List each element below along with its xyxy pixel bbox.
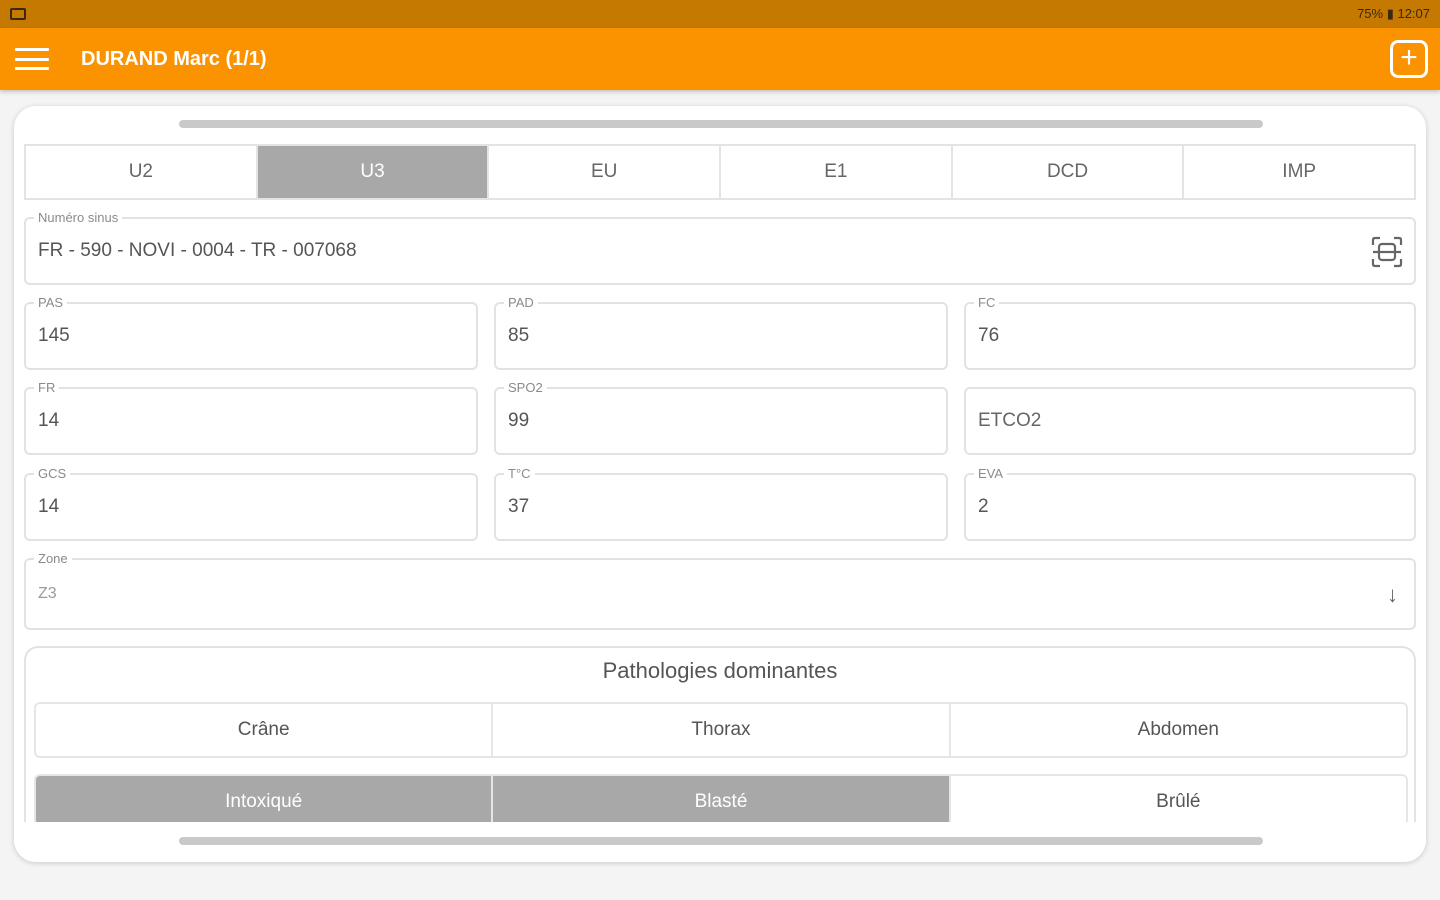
tab-e1[interactable]: E1 (721, 146, 953, 198)
pathology-brule-button[interactable]: Brûlé (951, 776, 1406, 828)
fc-value: 76 (978, 325, 1000, 346)
status-text: 75% ▮ 12:07 (1357, 6, 1430, 21)
add-button[interactable]: + (1390, 40, 1428, 78)
fr-value: 14 (38, 410, 60, 431)
status-bar: 75% ▮ 12:07 (0, 0, 1440, 28)
tab-u2[interactable]: U2 (26, 146, 258, 198)
form-card: U2 U3 EU E1 DCD IMP Numéro sinus FR - 59… (14, 106, 1426, 862)
eva-value: 2 (978, 496, 989, 517)
pathology-thorax-button[interactable]: Thorax (493, 704, 951, 756)
pas-value: 145 (38, 325, 70, 346)
fc-field[interactable]: FC 76 (964, 295, 1416, 370)
scan-icon[interactable] (1370, 235, 1404, 269)
spo2-value: 99 (508, 410, 530, 431)
tab-u3[interactable]: U3 (257, 146, 490, 198)
pad-value: 85 (508, 325, 530, 346)
notification-icon (10, 8, 26, 20)
pathology-abdomen-button[interactable]: Abdomen (951, 704, 1406, 756)
pathology-intoxique-button[interactable]: Intoxiqué (36, 776, 494, 828)
tab-imp[interactable]: IMP (1184, 146, 1414, 198)
gcs-field[interactable]: GCS 14 (24, 466, 478, 541)
arrow-down-icon[interactable]: ↓ (1387, 582, 1398, 608)
pathology-blaste-button[interactable]: Blasté (493, 776, 951, 828)
zone-value: Z3 (38, 585, 57, 602)
hamburger-menu-icon[interactable] (15, 48, 49, 70)
category-tabs: U2 U3 EU E1 DCD IMP (24, 144, 1416, 200)
pas-field[interactable]: PAS 145 (24, 295, 478, 370)
temperature-value: 37 (508, 496, 530, 517)
zone-select[interactable]: Zone Z3 ↓ (24, 551, 1416, 630)
fr-field[interactable]: FR 14 (24, 380, 478, 455)
etco2-field[interactable]: ETCO2 (964, 387, 1416, 455)
pad-field[interactable]: PAD 85 (494, 295, 948, 370)
pathologies-title: Pathologies dominantes (602, 658, 838, 683)
spo2-field[interactable]: SPO2 99 (494, 380, 948, 455)
tab-eu[interactable]: EU (489, 146, 722, 198)
temperature-field[interactable]: T°C 37 (494, 466, 948, 541)
sinus-number-field[interactable]: Numéro sinus FR - 590 - NOVI - 0004 - TR… (24, 210, 1416, 285)
sinus-value: FR - 590 - NOVI - 0004 - TR - 007068 (38, 240, 357, 261)
bottom-scrollbar[interactable] (179, 837, 1263, 845)
eva-field[interactable]: EVA 2 (964, 466, 1416, 541)
page-title: DURAND Marc (1/1) (81, 47, 267, 70)
tab-dcd[interactable]: DCD (953, 146, 1185, 198)
etco2-placeholder: ETCO2 (978, 410, 1042, 431)
app-bar: DURAND Marc (1/1) + (0, 28, 1440, 90)
pathology-crane-button[interactable]: Crâne (36, 704, 494, 756)
status-indicators: 75% ▮ 12:07 (1357, 6, 1430, 22)
gcs-value: 14 (38, 496, 60, 517)
pathologies-row-1: Crâne Thorax Abdomen (34, 702, 1408, 758)
top-scrollbar[interactable] (179, 120, 1263, 128)
